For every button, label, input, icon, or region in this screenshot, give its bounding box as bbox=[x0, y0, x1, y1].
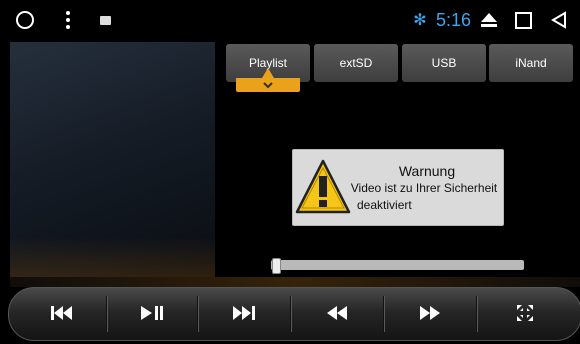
warning-dialog: Warnung Video ist zu Ihrer Sicherheit de… bbox=[292, 149, 504, 226]
warning-icon bbox=[295, 159, 351, 214]
progress-knob[interactable] bbox=[272, 258, 281, 274]
dialog-message-line1: Video ist zu Ihrer Sicherheit bbox=[350, 181, 498, 195]
rewind-icon bbox=[327, 306, 347, 320]
next-button[interactable] bbox=[198, 288, 290, 338]
next-icon bbox=[233, 306, 255, 320]
recents-square-icon[interactable] bbox=[512, 0, 534, 40]
tab-usb[interactable]: USB bbox=[402, 44, 486, 82]
rewind-button[interactable] bbox=[291, 288, 383, 338]
play-pause-icon bbox=[141, 306, 163, 320]
home-circle-icon[interactable] bbox=[14, 0, 36, 40]
image-notification-icon bbox=[96, 0, 114, 40]
status-time: 5:16 bbox=[436, 9, 472, 30]
play-pause-button[interactable] bbox=[107, 288, 197, 338]
dialog-title: Warnung bbox=[398, 163, 456, 179]
progress-slider[interactable] bbox=[271, 258, 524, 274]
status-bar: ✻ 5:16 bbox=[0, 0, 580, 40]
fast-forward-icon bbox=[420, 306, 440, 320]
dialog-message-line2: deaktiviert bbox=[357, 198, 412, 212]
reflection-strip bbox=[10, 277, 580, 287]
back-triangle-icon[interactable] bbox=[548, 0, 570, 40]
tab-inand[interactable]: iNand bbox=[489, 44, 573, 82]
fullscreen-icon bbox=[516, 305, 533, 321]
fast-forward-button[interactable] bbox=[384, 288, 476, 338]
tab-pointer bbox=[262, 68, 274, 78]
chevron-down-icon bbox=[263, 81, 273, 88]
overflow-menu-icon[interactable] bbox=[58, 0, 78, 40]
previous-icon bbox=[51, 306, 72, 320]
previous-button[interactable] bbox=[18, 288, 106, 338]
album-art-panel bbox=[10, 42, 215, 277]
eject-icon[interactable] bbox=[478, 0, 500, 40]
bluetooth-icon: ✻ bbox=[413, 12, 427, 29]
tab-extsd[interactable]: extSD bbox=[314, 44, 398, 82]
tab-active-indicator[interactable] bbox=[236, 78, 300, 92]
fullscreen-button[interactable] bbox=[477, 288, 572, 338]
